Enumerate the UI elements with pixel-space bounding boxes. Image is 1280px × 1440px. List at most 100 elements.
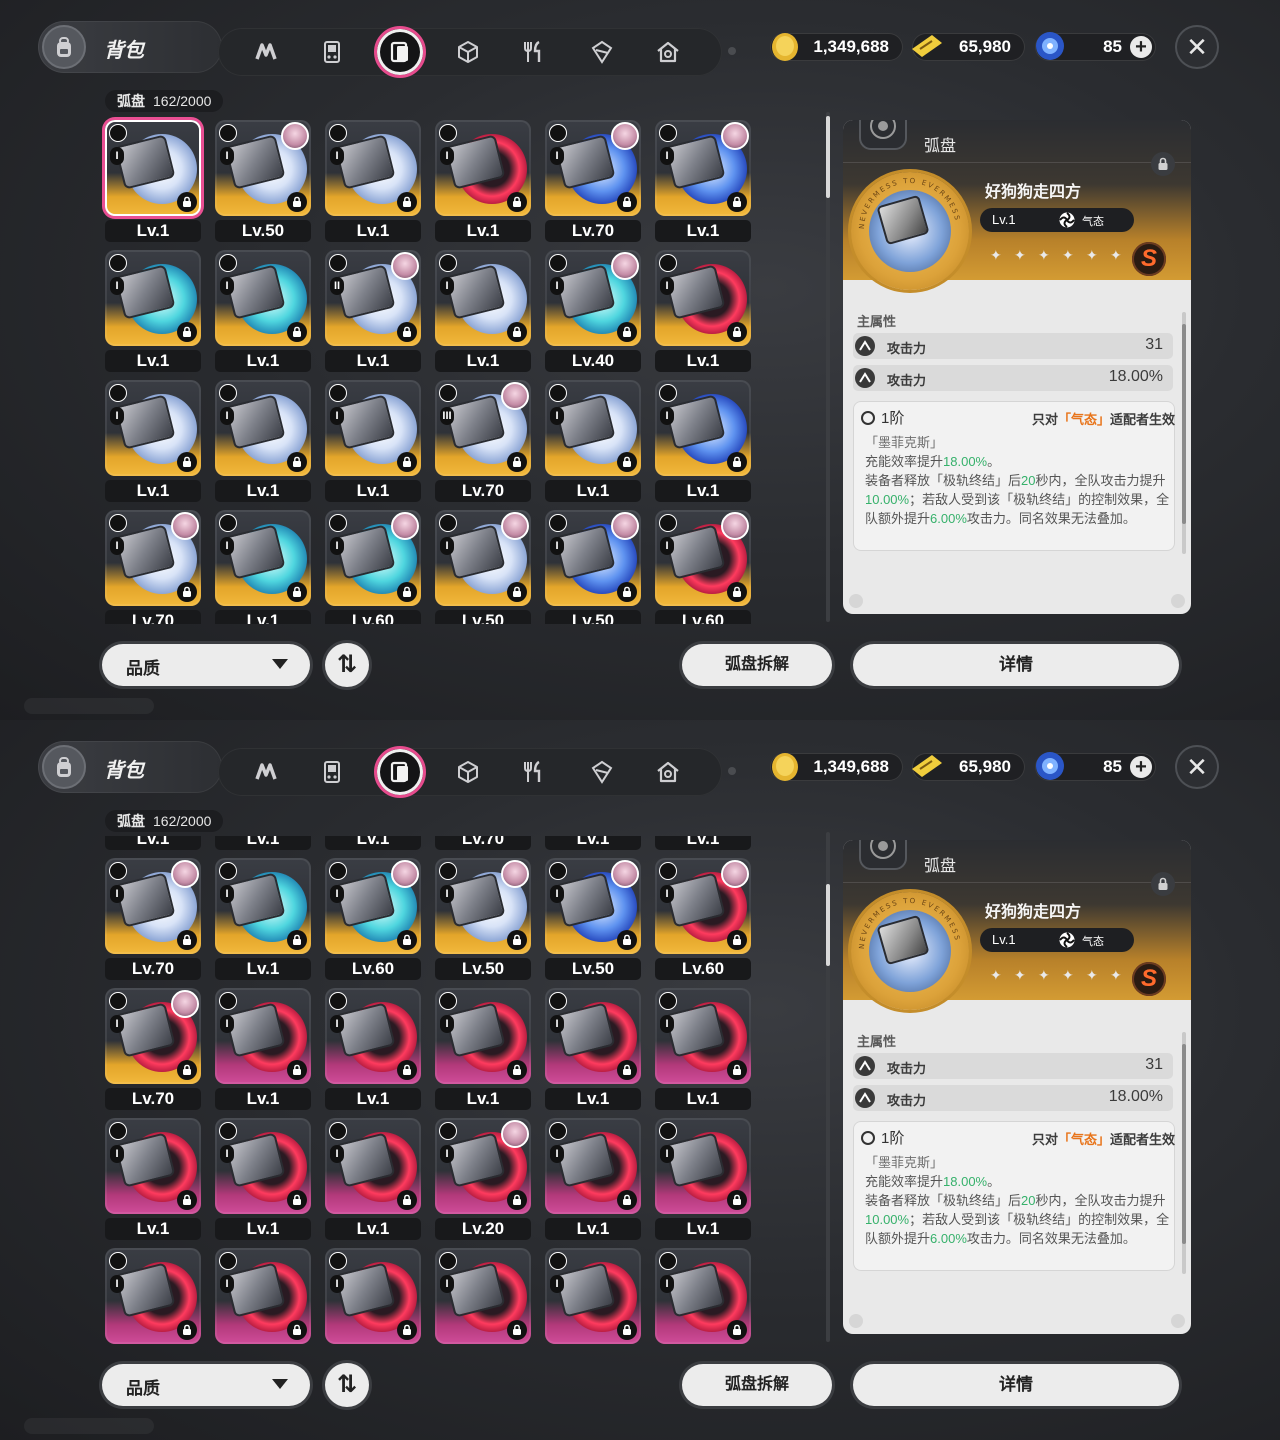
grid-scrollbar[interactable] [826, 112, 830, 622]
disc-card[interactable]: I [215, 988, 311, 1084]
detail-scrollbar[interactable] [1182, 1032, 1186, 1274]
disc-card[interactable]: I [435, 858, 531, 954]
disc-slot[interactable]: I Lv.70 [100, 510, 201, 624]
tab-food[interactable] [516, 34, 552, 70]
disc-slot[interactable]: ILv.1 [430, 120, 531, 245]
tab-abilities[interactable] [248, 34, 284, 70]
disc-slot[interactable]: ILv.1 [320, 836, 421, 853]
disc-card[interactable]: I [435, 988, 531, 1084]
details-button[interactable]: 详情 [853, 1364, 1179, 1406]
disc-slot[interactable]: ILv.1 [100, 1118, 201, 1243]
tab-house[interactable] [650, 34, 686, 70]
disc-slot[interactable]: I Lv.60 [320, 858, 421, 983]
disc-slot[interactable]: I Lv.60 [650, 858, 751, 983]
disc-slot[interactable]: I Lv.50 [430, 510, 531, 624]
tab-house[interactable] [650, 754, 686, 790]
ticket-counter[interactable]: 65,980 [912, 753, 1025, 781]
disc-slot[interactable]: ILv.1 [650, 380, 751, 505]
disc-slot[interactable]: ILv.1 [650, 988, 751, 1113]
disc-card[interactable]: I [105, 1118, 201, 1214]
disc-slot[interactable]: IIILv.70 [430, 380, 531, 505]
disc-slot[interactable]: I [430, 1248, 531, 1344]
disc-slot[interactable]: ILv.1 [540, 1118, 641, 1243]
disc-card[interactable]: I [215, 1248, 311, 1344]
sort-order-button[interactable]: ⇅ [325, 1363, 369, 1407]
disc-slot[interactable]: I Lv.50 [540, 858, 641, 983]
disc-slot[interactable]: ILv.1 [320, 120, 421, 245]
disc-card[interactable]: I [105, 988, 201, 1084]
disc-slot[interactable]: ILv.1 [320, 1118, 421, 1243]
disc-card[interactable]: I [545, 988, 641, 1084]
disc-card[interactable]: I [655, 1118, 751, 1214]
disc-slot[interactable]: I [100, 1248, 201, 1344]
add-energy-button[interactable]: + [1130, 36, 1152, 58]
disc-card[interactable]: I [655, 1248, 751, 1344]
disc-card[interactable]: I [545, 858, 641, 954]
disassemble-button[interactable]: 弧盘拆解 [682, 1364, 832, 1406]
disc-card[interactable]: I [325, 988, 421, 1084]
disc-slot[interactable]: IIILv.70 [430, 836, 531, 853]
disc-card[interactable]: I [215, 380, 311, 476]
disc-card[interactable]: I [545, 380, 641, 476]
disc-slot[interactable]: ILv.1 [320, 988, 421, 1113]
disc-slot[interactable]: I Lv.50 [210, 120, 311, 245]
disc-card[interactable]: I [435, 510, 531, 606]
disc-card[interactable]: III [435, 380, 531, 476]
disc-slot[interactable]: ILv.1 [100, 836, 201, 853]
disc-slot[interactable]: I Lv.20 [430, 1118, 531, 1243]
disc-slot[interactable]: I Lv.70 [540, 120, 641, 245]
disc-card[interactable]: I [435, 250, 531, 346]
disc-card[interactable]: I [545, 1118, 641, 1214]
disc-slot[interactable]: I Lv.40 [540, 250, 641, 375]
quality-filter-dropdown[interactable]: 品质 [102, 644, 310, 686]
disc-card[interactable]: I [215, 858, 311, 954]
tab-drive-disc[interactable] [374, 746, 426, 798]
disc-slot[interactable]: ILv.1 [650, 120, 751, 245]
disc-card[interactable]: I [435, 1248, 531, 1344]
ticket-counter[interactable]: 65,980 [912, 33, 1025, 61]
disc-slot[interactable]: ILv.1 [650, 1118, 751, 1243]
grid-scrollbar[interactable] [826, 832, 830, 1342]
detail-scrollbar[interactable] [1182, 312, 1186, 554]
disc-slot[interactable]: I Lv.50 [430, 858, 531, 983]
disc-slot[interactable]: ILv.1 [540, 380, 641, 505]
disc-card[interactable]: I [105, 120, 201, 216]
disc-slot[interactable]: I [540, 1248, 641, 1344]
close-button[interactable]: ✕ [1175, 25, 1219, 69]
disc-slot[interactable]: ILv.1 [650, 250, 751, 375]
disc-slot[interactable]: I Lv.70 [100, 988, 201, 1113]
tab-box[interactable] [450, 34, 486, 70]
disc-card[interactable]: I [655, 510, 751, 606]
detail-lock-button[interactable] [1151, 872, 1175, 896]
disc-card[interactable]: II [325, 250, 421, 346]
grid-scrollbar-thumb[interactable] [826, 884, 830, 966]
disc-card[interactable]: I [655, 988, 751, 1084]
disc-card[interactable]: I [435, 120, 531, 216]
disc-card[interactable]: I [545, 250, 641, 346]
disc-slot[interactable]: I Lv.60 [320, 510, 421, 624]
disc-card[interactable]: I [325, 120, 421, 216]
energy-counter[interactable]: 85 + [1035, 752, 1156, 781]
disc-slot[interactable]: ILv.1 [650, 836, 751, 853]
disc-card[interactable]: I [655, 380, 751, 476]
disc-slot[interactable]: ILv.1 [100, 380, 201, 505]
disc-slot[interactable]: I Lv.60 [650, 510, 751, 624]
disc-slot[interactable]: ILv.1 [540, 836, 641, 853]
disc-slot[interactable]: ILv.1 [540, 988, 641, 1113]
tab-device[interactable] [314, 754, 350, 790]
disc-card[interactable]: I [105, 1248, 201, 1344]
disc-card[interactable]: I [325, 510, 421, 606]
disc-slot[interactable]: ILv.1 [430, 250, 531, 375]
tab-abilities[interactable] [248, 754, 284, 790]
disc-card[interactable]: I [105, 380, 201, 476]
coin-counter[interactable]: 1,349,688 [770, 753, 903, 781]
disc-slot[interactable]: I Lv.70 [100, 858, 201, 983]
disc-slot[interactable]: ILv.1 [210, 1118, 311, 1243]
disc-slot[interactable]: I [650, 1248, 751, 1344]
disc-card[interactable]: I [325, 1248, 421, 1344]
disc-card[interactable]: I [215, 250, 311, 346]
disc-slot[interactable]: ILv.1 [210, 858, 311, 983]
disassemble-button[interactable]: 弧盘拆解 [682, 644, 832, 686]
disc-card[interactable]: I [545, 120, 641, 216]
disc-card[interactable]: I [325, 1118, 421, 1214]
